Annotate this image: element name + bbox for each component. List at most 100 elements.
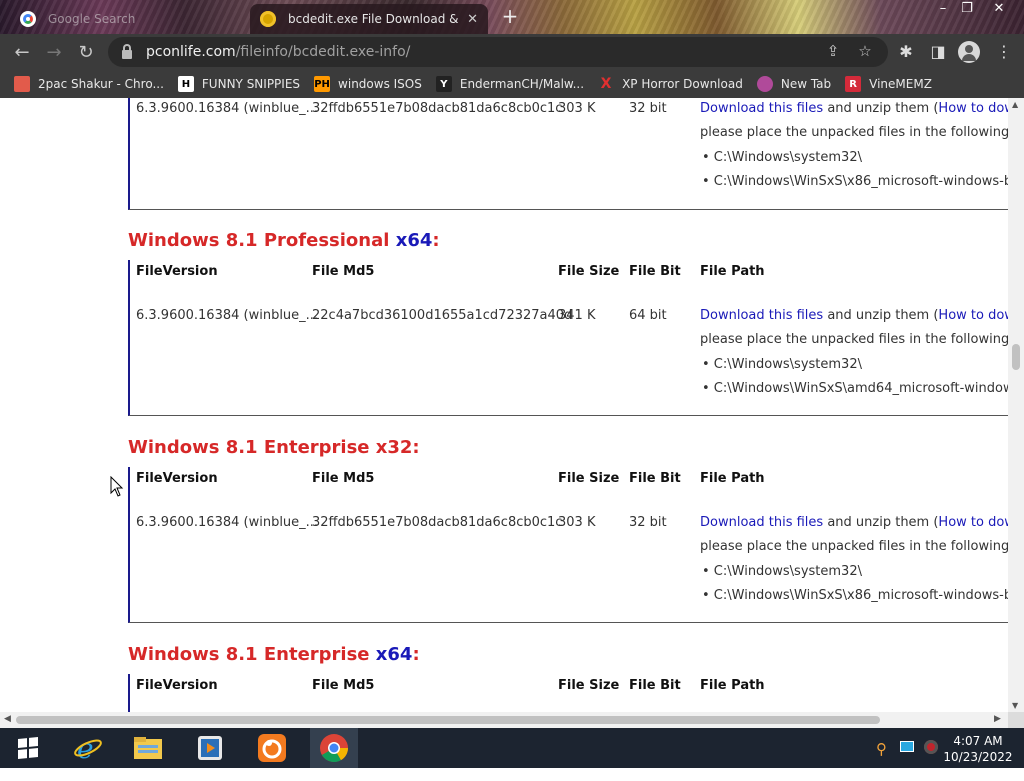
title-text: Windows 8.1 Professional [128, 230, 396, 251]
search-icon[interactable]: ⚲ [876, 740, 887, 780]
scroll-thumb[interactable] [16, 716, 880, 724]
horizontal-scrollbar[interactable]: ◀ ▶ [0, 712, 1008, 728]
sidepanel-icon[interactable]: ◨ [926, 40, 950, 64]
place-text: please place the unpacked files in the f… [700, 125, 1008, 140]
bookmark-2pac[interactable]: 2pac Shakur - Chro... [14, 76, 164, 92]
unzip-text: and unzip them ( [827, 515, 939, 530]
file-size: 303 K [558, 515, 596, 530]
lock-icon[interactable] [122, 43, 132, 59]
mouse-cursor-icon [110, 476, 124, 497]
extensions-icon[interactable]: ✱ [894, 40, 918, 64]
forward-icon[interactable]: → [38, 36, 70, 68]
new-tab-button[interactable]: + [500, 6, 520, 27]
download-link[interactable]: Download this files [700, 515, 823, 530]
internet-explorer-icon[interactable]: e [64, 728, 112, 768]
page-content: 6.3.9600.16384 (winblue_... 32ffdb6551e7… [0, 98, 1008, 712]
howto-link[interactable]: How to downlo [938, 308, 1008, 323]
header-path: File Path [700, 264, 765, 279]
header-md5: File Md5 [312, 678, 375, 693]
windows-logo-icon [18, 736, 38, 760]
bookmark-icon [14, 76, 30, 92]
scroll-thumb[interactable] [1012, 344, 1020, 370]
back-icon[interactable]: ← [6, 36, 38, 68]
bookmark-new-tab[interactable]: New Tab [756, 76, 832, 92]
system-clock[interactable]: 4:07 AM 10/23/2022 [940, 733, 1016, 765]
ph-icon: PH [314, 76, 331, 92]
close-window-icon[interactable]: ✕ [984, 0, 1014, 20]
h-icon: H [177, 76, 194, 92]
taskbar: e ⚲ 4:07 AM 10/23/2022 [0, 728, 1024, 768]
scroll-left-icon[interactable]: ◀ [4, 714, 11, 724]
media-player-icon[interactable] [186, 728, 234, 768]
pconlife-icon [260, 11, 276, 27]
download-line: Download this files and unzip them (How … [700, 101, 1008, 116]
tab-bcdedit[interactable]: bcdedit.exe File Download & Fix ✕ [250, 4, 488, 34]
file-version: 6.3.9600.16384 (winblue_... [136, 101, 319, 116]
url-path: /fileinfo/bcdedit.exe-info/ [235, 44, 411, 60]
download-line: Download this files and unzip them (How … [700, 515, 1008, 530]
header-size: File Size [558, 678, 620, 693]
chrome-icon[interactable] [310, 728, 358, 768]
close-tab-icon[interactable]: ✕ [467, 12, 478, 27]
bookmark-xp-horror[interactable]: X XP Horror Download [598, 76, 743, 92]
section-title: Windows 8.1 Professional x64: [128, 230, 440, 251]
header-fileversion: FileVersion [136, 471, 218, 486]
path-system32: • C:\Windows\system32\ [702, 564, 862, 579]
start-button[interactable] [8, 728, 48, 768]
share-icon[interactable]: ⇪ [822, 40, 844, 62]
file-md5: 32ffdb6551e7b08dacb81da6c8cb0c1c [312, 515, 563, 530]
file-md5: 32ffdb6551e7b08dacb81da6c8cb0c1c [312, 101, 563, 116]
profile-avatar[interactable] [958, 41, 980, 63]
address-bar[interactable]: pconlife.com/fileinfo/bcdedit.exe-info/ [108, 37, 888, 67]
path-system32: • C:\Windows\system32\ [702, 150, 862, 165]
screen-icon[interactable] [900, 741, 914, 781]
tab-strip: Google Search bcdedit.exe File Download … [0, 0, 1024, 34]
file-bit: 32 bit [629, 515, 667, 530]
bookmark-endermanch[interactable]: Y EndermanCH/Malw... [435, 76, 584, 92]
scroll-right-icon[interactable]: ▶ [994, 714, 1001, 724]
path-winsxs: • C:\Windows\WinSxS\amd64_microsoft-wind… [702, 381, 1008, 396]
howto-link[interactable]: How to downlo [938, 101, 1008, 116]
header-bit: File Bit [629, 471, 681, 486]
file-version: 6.3.9600.16384 (winblue_... [136, 308, 319, 323]
path-winsxs: • C:\Windows\WinSxS\x86_microsoft-window… [702, 174, 1008, 189]
scroll-up-icon[interactable]: ▲ [1012, 100, 1018, 109]
file-version: 6.3.9600.16384 (winblue_... [136, 515, 319, 530]
header-md5: File Md5 [312, 471, 375, 486]
bookmark-vinememz[interactable]: R VineMEMZ [845, 76, 932, 92]
x-icon: X [600, 76, 612, 92]
bookmark-funny-snippies[interactable]: H FUNNY SNIPPIES [177, 76, 300, 92]
tab-google-search[interactable]: Google Search [10, 4, 248, 34]
title-text: Windows 8.1 Enterprise [128, 644, 376, 665]
file-explorer-icon[interactable] [124, 728, 172, 768]
browser-toolbar: ← → ↻ pconlife.com/fileinfo/bcdedit.exe-… [0, 34, 1024, 70]
howto-link[interactable]: How to downlo [938, 515, 1008, 530]
header-path: File Path [700, 678, 765, 693]
reload-icon[interactable]: ↻ [70, 36, 102, 68]
place-text: please place the unpacked files in the f… [700, 332, 1008, 347]
download-link[interactable]: Download this files [700, 101, 823, 116]
bookmark-label: 2pac Shakur - Chro... [38, 77, 164, 91]
yt-icon: Y [435, 76, 452, 92]
scroll-down-icon[interactable]: ▼ [1012, 701, 1018, 710]
menu-icon[interactable]: ⋮ [992, 40, 1016, 64]
header-path: File Path [700, 471, 765, 486]
section-title: Windows 8.1 Enterprise x32: [128, 437, 420, 458]
volume-icon[interactable] [924, 740, 938, 780]
header-bit: File Bit [629, 678, 681, 693]
google-icon [20, 11, 36, 27]
place-text: please place the unpacked files in the f… [700, 539, 1008, 554]
restore-icon[interactable]: ❐ [952, 0, 982, 20]
vertical-scrollbar[interactable]: ▲ ▼ [1008, 98, 1024, 712]
header-bit: File Bit [629, 264, 681, 279]
arch-text: x64 [395, 230, 433, 251]
scrollbar-corner [1008, 712, 1024, 728]
star-icon[interactable]: ☆ [854, 40, 876, 62]
unzip-text: and unzip them ( [827, 308, 939, 323]
bookmark-label: New Tab [780, 77, 832, 91]
bookmark-windows-isos[interactable]: PH windows ISOS [314, 76, 422, 92]
globe-icon [756, 76, 773, 92]
download-link[interactable]: Download this files [700, 308, 823, 323]
uc-browser-icon[interactable] [248, 728, 296, 768]
bookmark-label: windows ISOS [338, 77, 422, 91]
